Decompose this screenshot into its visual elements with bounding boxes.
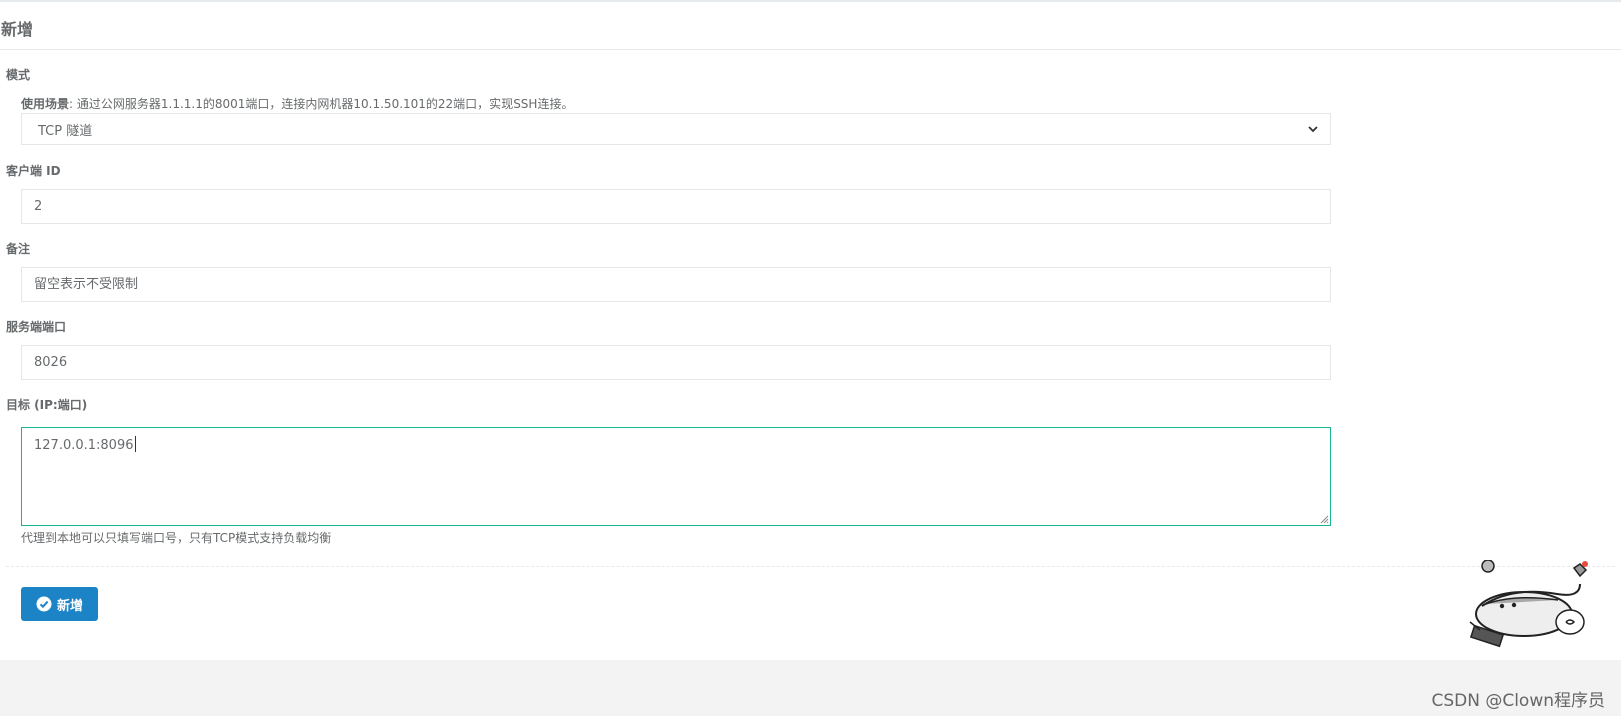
target-help-text: 代理到本地可以只填写端口号，只有TCP模式支持负载均衡: [21, 531, 332, 545]
target-label: 目标 (IP:端口): [6, 398, 88, 412]
mode-hint-text: : 通过公网服务器1.1.1.1的8001端口，连接内网机器10.1.50.10…: [69, 97, 574, 111]
form-divider: [6, 566, 1615, 567]
resize-grip-icon[interactable]: [1319, 514, 1329, 524]
form-card: 新增 模式 使用场景: 通过公网服务器1.1.1.1的8001端口，连接内网机器…: [0, 0, 1621, 660]
remark-label: 备注: [6, 242, 31, 256]
target-value: 127.0.0.1:8096: [34, 438, 134, 453]
check-circle-icon: [36, 596, 52, 612]
target-textarea[interactable]: 127.0.0.1:8096: [21, 427, 1331, 526]
mascot-illustration: [1469, 560, 1588, 648]
mode-select[interactable]: TCP 隧道: [21, 113, 1331, 145]
client-id-label: 客户端 ID: [6, 164, 61, 178]
mode-label: 模式: [6, 68, 31, 82]
card-header: 新增: [0, 2, 1621, 50]
remark-input[interactable]: 留空表示不受限制: [21, 267, 1331, 302]
server-port-label: 服务端端口: [6, 320, 67, 334]
remark-placeholder: 留空表示不受限制: [34, 277, 139, 292]
watermark: CSDN @Clown程序员: [1431, 691, 1605, 711]
server-port-input[interactable]: 8026: [21, 345, 1331, 380]
page-title: 新增: [1, 20, 34, 39]
add-button[interactable]: 新增: [21, 587, 98, 621]
add-button-label: 新增: [56, 598, 83, 614]
text-caret: [134, 436, 136, 452]
mode-hint-label: 使用场景: [21, 97, 70, 111]
mode-select-value: TCP 隧道: [38, 123, 93, 139]
mode-hint: 使用场景: 通过公网服务器1.1.1.1的8001端口，连接内网机器10.1.5…: [21, 95, 573, 112]
chevron-down-icon: [1308, 126, 1318, 133]
client-id-input[interactable]: 2: [21, 189, 1331, 224]
